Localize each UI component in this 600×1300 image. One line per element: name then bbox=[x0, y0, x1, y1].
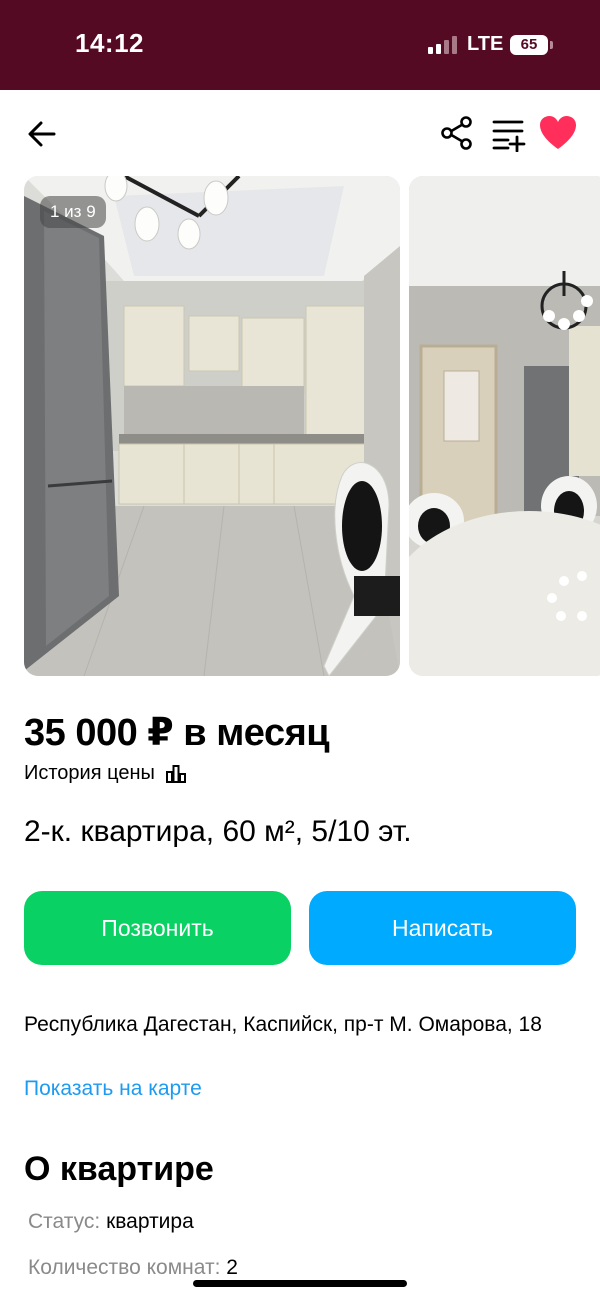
gallery-photo-kitchen[interactable]: 1 из 9 bbox=[24, 176, 400, 676]
listing-price: 35 000 ₽ в месяц bbox=[24, 712, 330, 754]
network-type: LTE bbox=[467, 33, 504, 55]
about-section-title: О квартире bbox=[24, 1150, 214, 1188]
param-status: Статус: квартира bbox=[28, 1210, 194, 1234]
compare-button[interactable] bbox=[490, 114, 528, 153]
compare-list-add-icon bbox=[492, 120, 526, 153]
param-value: 2 bbox=[226, 1256, 238, 1279]
call-button[interactable]: Позвонить bbox=[24, 891, 291, 965]
write-message-button[interactable]: Написать bbox=[309, 891, 576, 965]
listing-address: Республика Дагестан, Каспийск, пр-т М. О… bbox=[24, 1013, 542, 1036]
gallery-photo-dining[interactable] bbox=[409, 176, 600, 676]
listing-title: 2-к. квартира, 60 м², 5/10 эт. bbox=[24, 815, 412, 848]
share-icon bbox=[441, 116, 472, 150]
photo-counter: 1 из 9 bbox=[40, 196, 106, 228]
price-history-link[interactable]: История цены bbox=[24, 762, 187, 785]
arrow-left-icon bbox=[28, 121, 56, 147]
param-value: квартира bbox=[106, 1210, 194, 1233]
heart-icon bbox=[540, 116, 576, 149]
share-button[interactable] bbox=[438, 114, 476, 152]
dining-photo-image bbox=[409, 176, 600, 676]
price-history-label: История цены bbox=[24, 762, 155, 784]
show-on-map-link[interactable]: Показать на карте bbox=[24, 1077, 202, 1101]
kitchen-photo-image bbox=[24, 176, 400, 676]
param-label: Количество комнат: bbox=[28, 1256, 221, 1279]
bar-chart-icon bbox=[165, 764, 186, 783]
param-label: Статус: bbox=[28, 1210, 101, 1233]
home-indicator[interactable] bbox=[193, 1280, 407, 1287]
battery-tip bbox=[550, 41, 553, 49]
top-nav-bar bbox=[0, 90, 600, 176]
status-bar: 14:12 LTE 65 bbox=[0, 0, 600, 90]
photo-gallery[interactable]: 1 из 9 bbox=[24, 176, 600, 676]
param-rooms: Количество комнат: 2 bbox=[28, 1256, 238, 1280]
status-time: 14:12 bbox=[75, 28, 144, 58]
back-button[interactable] bbox=[24, 116, 60, 152]
cellular-signal-icon bbox=[428, 36, 458, 54]
battery-icon: 65 bbox=[510, 35, 548, 55]
favorite-button[interactable] bbox=[538, 114, 578, 152]
